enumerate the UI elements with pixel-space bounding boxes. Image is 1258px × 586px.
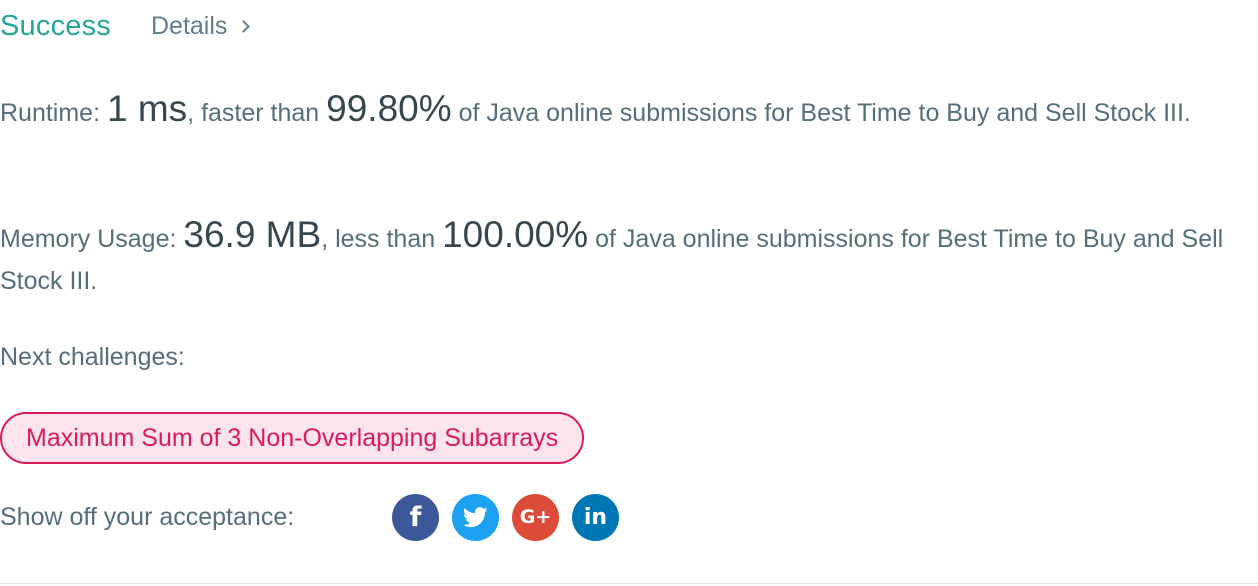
memory-percentile: 100.00% xyxy=(442,214,589,255)
google-plus-icon[interactable]: G+ xyxy=(512,493,559,541)
twitter-icon[interactable] xyxy=(452,493,499,541)
submission-result-panel: Success Details Runtime: 1 ms, faster th… xyxy=(0,0,1258,586)
details-label: Details xyxy=(151,11,228,40)
linkedin-icon[interactable]: in xyxy=(572,493,619,541)
memory-value: 36.9 MB xyxy=(183,214,322,255)
next-challenges-label: Next challenges: xyxy=(0,343,185,371)
memory-prefix: Memory Usage: xyxy=(0,225,184,253)
challenge-tag[interactable]: Maximum Sum of 3 Non-Overlapping Subarra… xyxy=(0,412,585,464)
share-row: Show off your acceptance: f G+ in xyxy=(0,492,632,542)
twitter-bird-glyph xyxy=(463,506,488,527)
status-row: Success Details xyxy=(0,8,251,44)
runtime-prefix: Runtime: xyxy=(0,99,107,127)
details-link[interactable]: Details xyxy=(151,11,251,41)
runtime-value: 1 ms xyxy=(106,88,188,129)
chevron-right-icon xyxy=(237,19,251,33)
facebook-icon[interactable]: f xyxy=(392,493,439,541)
runtime-result: Runtime: 1 ms, faster than 99.80% of Jav… xyxy=(0,88,1250,134)
memory-result: Memory Usage: 36.9 MB, less than 100.00%… xyxy=(0,214,1250,302)
runtime-percentile: 99.80% xyxy=(326,88,452,129)
runtime-suffix: of Java online submissions for Best Time… xyxy=(451,99,1191,127)
runtime-middle: , faster than xyxy=(187,99,327,127)
bottom-divider xyxy=(0,583,1258,584)
share-label: Show off your acceptance: xyxy=(0,502,295,531)
result-status: Success xyxy=(0,9,111,42)
memory-middle: , less than xyxy=(321,225,443,253)
